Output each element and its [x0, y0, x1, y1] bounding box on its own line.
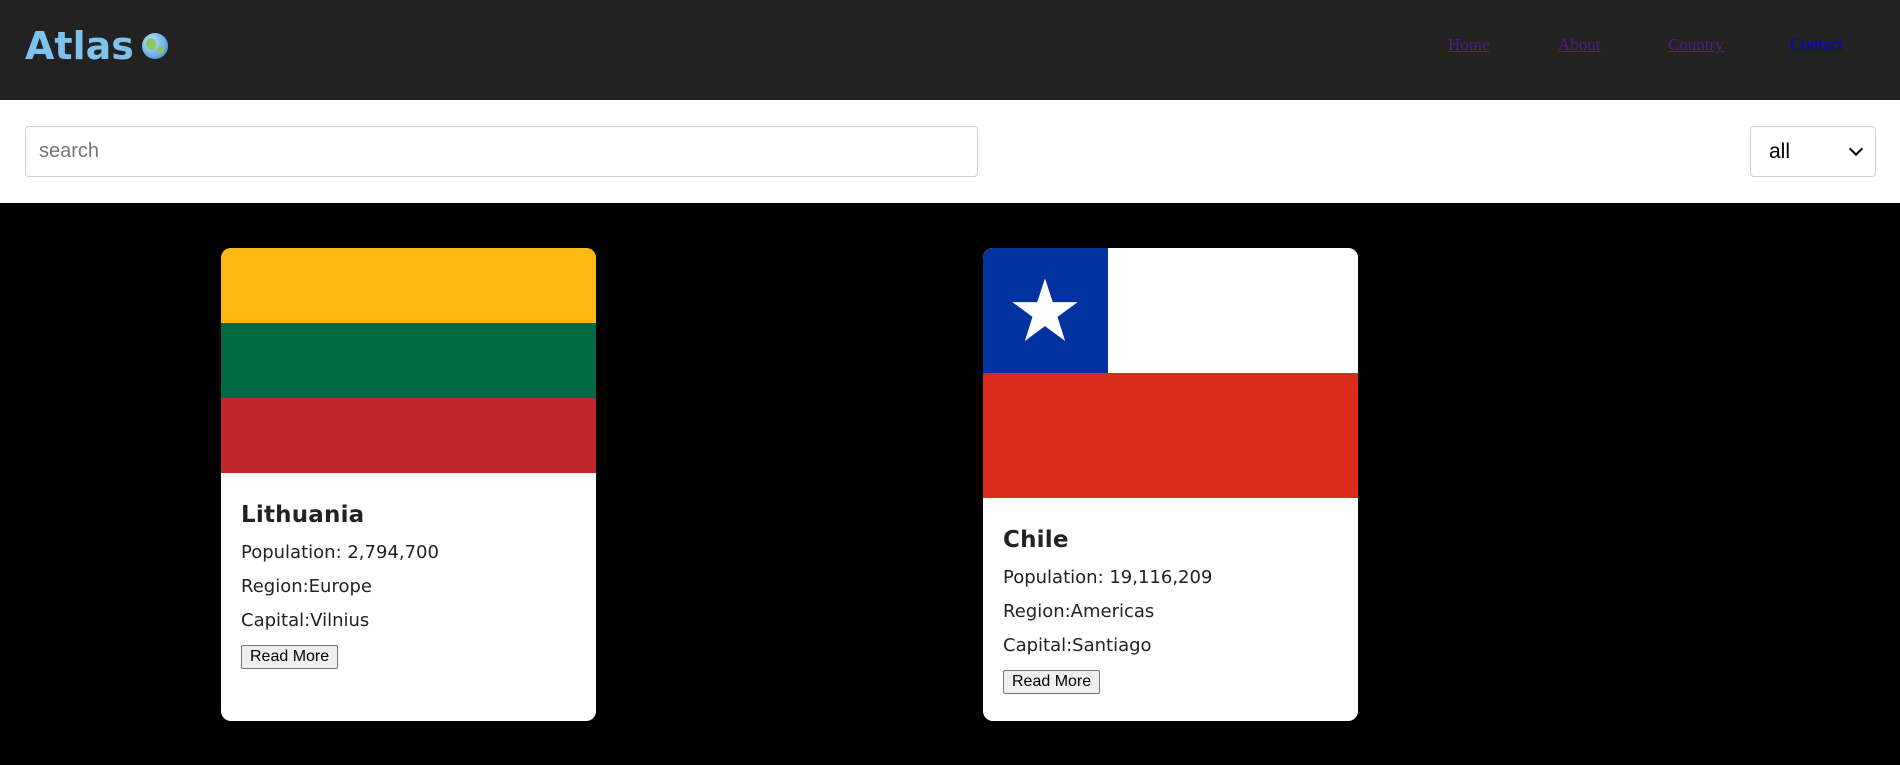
- flag-image-chile: [983, 248, 1358, 498]
- globe-icon: [141, 33, 168, 59]
- region-filter-value: all: [1769, 139, 1791, 163]
- read-more-button[interactable]: Read More: [241, 645, 339, 669]
- top-header: Atlas Home About Country Contact: [0, 0, 1900, 100]
- logo-text: Atlas: [25, 24, 134, 68]
- country-grid: Lithuania Population: 2,794,700 Region:E…: [0, 203, 1900, 765]
- country-capital: Capital:Santiago: [1003, 635, 1152, 656]
- nav-home-link[interactable]: Home: [1448, 35, 1490, 55]
- read-more-button[interactable]: Read More: [1003, 670, 1101, 694]
- region-filter-select[interactable]: all: [1750, 126, 1876, 177]
- nav-country-link[interactable]: Country: [1668, 35, 1724, 55]
- flag-stripe-green: [221, 323, 596, 398]
- card-body: Chile Population: 19,116,209 Region:Amer…: [983, 498, 1358, 694]
- country-name: Chile: [1003, 527, 1069, 553]
- star-icon: [1012, 278, 1078, 342]
- search-bar: all: [0, 100, 1900, 203]
- chevron-down-icon: [1848, 141, 1864, 157]
- app-logo[interactable]: Atlas: [25, 24, 168, 68]
- country-card-chile: Chile Population: 19,116,209 Region:Amer…: [983, 248, 1358, 721]
- flag-stripe-yellow: [221, 248, 596, 323]
- flag-red-band: [983, 373, 1358, 498]
- flag-stripe-red: [221, 398, 596, 473]
- country-region: Region:Americas: [1003, 601, 1155, 622]
- nav-about-link[interactable]: About: [1558, 35, 1601, 55]
- country-population: Population: 19,116,209: [1003, 567, 1213, 588]
- card-body: Lithuania Population: 2,794,700 Region:E…: [221, 473, 596, 669]
- flag-image-lithuania: [221, 248, 596, 473]
- search-input[interactable]: [25, 126, 978, 177]
- country-name: Lithuania: [241, 502, 365, 528]
- country-capital: Capital:Vilnius: [241, 610, 370, 631]
- nav-contact-link[interactable]: Contact: [1790, 35, 1843, 55]
- country-card-lithuania: Lithuania Population: 2,794,700 Region:E…: [221, 248, 596, 721]
- country-population: Population: 2,794,700: [241, 542, 439, 563]
- country-region: Region:Europe: [241, 576, 372, 597]
